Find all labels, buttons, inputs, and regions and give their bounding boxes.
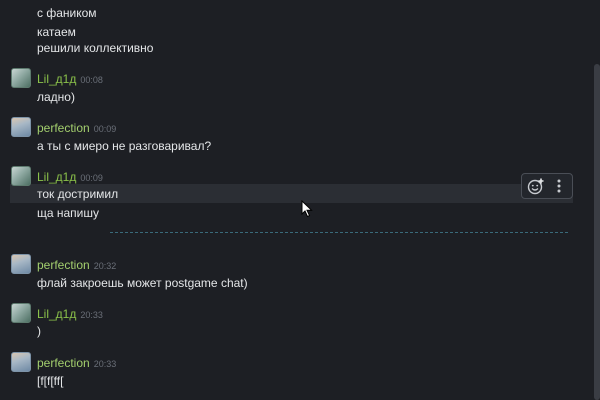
message-line: решили коллективно <box>37 41 154 55</box>
author-name[interactable]: Lil_д1д <box>37 72 76 86</box>
vertical-dots-icon[interactable] <box>553 177 565 195</box>
new-messages-divider <box>110 232 568 233</box>
scrollbar[interactable] <box>594 64 600 400</box>
timestamp: 00:09 <box>93 124 117 134</box>
avatar[interactable] <box>11 254 31 274</box>
message-actions <box>521 173 573 199</box>
mouse-cursor-icon <box>301 200 313 218</box>
author-name[interactable]: Lil_д1д <box>37 170 76 184</box>
timestamp: 20:32 <box>93 261 117 271</box>
avatar[interactable] <box>11 68 31 88</box>
message-line: флай закроешь может postgame chat) <box>37 276 248 290</box>
emoji-add-icon[interactable] <box>527 177 545 195</box>
timestamp: 00:09 <box>80 173 103 183</box>
message-header: perfection 20:33 <box>37 356 116 370</box>
message-header: perfection 20:32 <box>37 258 116 272</box>
author-name[interactable]: perfection <box>37 356 90 370</box>
message-header: Lil_д1д 00:08 <box>37 72 103 86</box>
message-header: Lil_д1д 20:33 <box>37 307 103 321</box>
author-name[interactable]: perfection <box>37 121 90 135</box>
message-header: perfection 00:09 <box>37 121 116 135</box>
message-line: катаем <box>37 25 76 39</box>
message-line: ) <box>37 324 41 338</box>
message-header: Lil_д1д 00:09 <box>37 170 103 184</box>
message-line: ток достримил <box>37 187 119 201</box>
author-name[interactable]: perfection <box>37 258 90 272</box>
message-line: [f[f[ff[ <box>37 374 64 388</box>
message-line: ща напишу <box>37 206 100 220</box>
timestamp: 20:33 <box>80 310 103 320</box>
chat-log: с фаником катаем решили коллективно Lil_… <box>0 0 600 400</box>
avatar[interactable] <box>11 352 31 372</box>
timestamp: 00:08 <box>80 75 103 85</box>
message-line: а ты с миеро не разговаривал? <box>37 139 212 153</box>
message-line: с фаником <box>37 6 97 20</box>
avatar[interactable] <box>11 303 31 323</box>
author-name[interactable]: Lil_д1д <box>37 307 76 321</box>
avatar[interactable] <box>11 117 31 137</box>
message-line: ладно) <box>37 90 75 104</box>
avatar[interactable] <box>11 166 31 186</box>
timestamp: 20:33 <box>93 359 117 369</box>
